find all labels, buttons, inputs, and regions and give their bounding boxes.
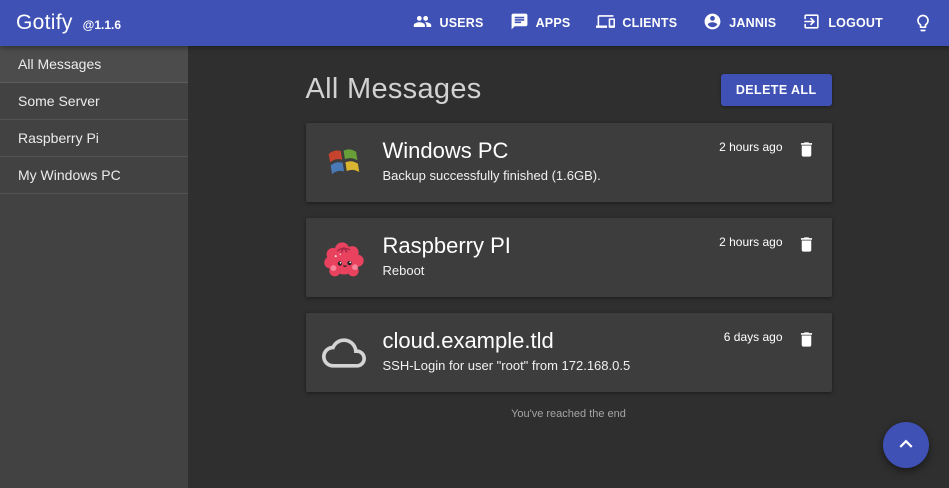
message-timestamp: 2 hours ago — [719, 140, 782, 154]
sidebar-item-label: All Messages — [18, 56, 101, 72]
users-icon — [413, 12, 432, 34]
main-area: All Messages DELETE ALL Windows PC Backu… — [188, 46, 949, 488]
brand: Gotify @1.1.6 — [16, 11, 121, 35]
app-title: Gotify — [16, 11, 73, 35]
nav-label: APPS — [536, 16, 571, 30]
trash-icon — [797, 337, 816, 352]
message-timestamp: 6 days ago — [724, 330, 783, 344]
sidebar-item-all-messages[interactable]: All Messages — [0, 46, 188, 83]
page-header: All Messages DELETE ALL — [306, 73, 832, 106]
delete-message-button[interactable] — [797, 330, 816, 349]
message-content: cloud.example.tld SSH-Login for user "ro… — [383, 327, 724, 378]
message-body: Reboot — [383, 263, 720, 278]
message-title: Windows PC — [383, 138, 720, 164]
delete-message-button[interactable] — [797, 235, 816, 254]
message-card: Raspberry PI Reboot 2 hours ago — [306, 218, 832, 297]
end-of-list-text: You've reached the end — [306, 408, 832, 420]
nav-item-apps[interactable]: APPS — [510, 12, 571, 34]
nav-item-clients[interactable]: CLIENTS — [596, 12, 677, 34]
nav-label: JANNIS — [729, 16, 776, 30]
message-title: cloud.example.tld — [383, 328, 724, 354]
message-content: Windows PC Backup successfully finished … — [383, 137, 720, 188]
nav-label: LOGOUT — [828, 16, 883, 30]
nav-label: CLIENTS — [622, 16, 677, 30]
message-meta: 2 hours ago — [719, 137, 815, 188]
theme-toggle-button[interactable] — [913, 13, 933, 33]
devices-icon — [596, 12, 615, 34]
message-timestamp: 2 hours ago — [719, 235, 782, 249]
sidebar-item-label: Some Server — [18, 93, 100, 109]
nav-item-users[interactable]: USERS — [413, 12, 483, 34]
message-body: SSH-Login for user "root" from 172.168.0… — [383, 358, 724, 373]
windows-logo-icon — [322, 141, 366, 185]
app-version: @1.1.6 — [83, 18, 121, 32]
delete-all-button[interactable]: DELETE ALL — [721, 74, 832, 106]
sidebar-item-some-server[interactable]: Some Server — [0, 83, 188, 120]
chevron-up-icon — [893, 431, 919, 460]
sidebar-item-label: Raspberry Pi — [18, 130, 99, 146]
message-card: cloud.example.tld SSH-Login for user "ro… — [306, 313, 832, 392]
sidebar: All Messages Some Server Raspberry Pi My… — [0, 46, 188, 488]
trash-icon — [797, 242, 816, 257]
message-meta: 2 hours ago — [719, 232, 815, 283]
top-app-bar: Gotify @1.1.6 USERS APPS CLIENTS JANNIS — [0, 0, 949, 46]
raspberry-icon — [322, 236, 366, 280]
page-title: All Messages — [306, 73, 482, 106]
scroll-to-top-button[interactable] — [883, 422, 929, 468]
chat-icon — [510, 12, 529, 34]
nav-item-user-menu[interactable]: JANNIS — [703, 12, 776, 34]
nav-label: USERS — [439, 16, 483, 30]
message-body: Backup successfully finished (1.6GB). — [383, 168, 720, 183]
message-card: Windows PC Backup successfully finished … — [306, 123, 832, 202]
account-circle-icon — [703, 12, 722, 34]
sidebar-item-raspberry-pi[interactable]: Raspberry Pi — [0, 120, 188, 157]
content-column: All Messages DELETE ALL Windows PC Backu… — [306, 46, 832, 420]
nav-item-logout[interactable]: LOGOUT — [802, 12, 883, 34]
sidebar-item-label: My Windows PC — [18, 167, 121, 183]
lightbulb-icon — [913, 21, 933, 36]
logout-icon — [802, 12, 821, 34]
top-nav: USERS APPS CLIENTS JANNIS LOGOUT — [413, 12, 933, 34]
sidebar-item-my-windows-pc[interactable]: My Windows PC — [0, 157, 188, 194]
message-meta: 6 days ago — [724, 327, 816, 378]
cloud-icon — [322, 331, 366, 375]
delete-message-button[interactable] — [797, 140, 816, 159]
trash-icon — [797, 147, 816, 162]
message-title: Raspberry PI — [383, 233, 720, 259]
message-content: Raspberry PI Reboot — [383, 232, 720, 283]
